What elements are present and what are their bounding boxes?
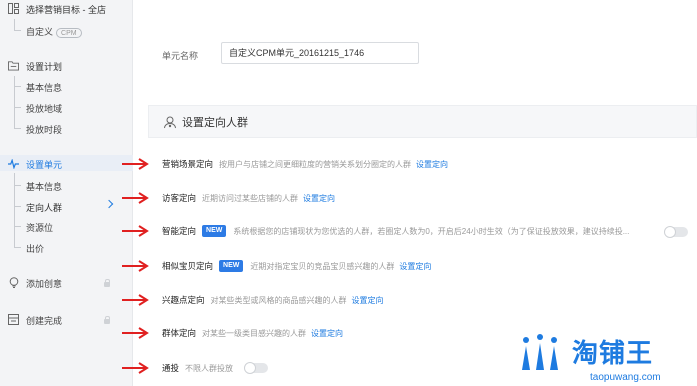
row-desc: 对某些一级类目感兴趣的人群 bbox=[202, 328, 307, 338]
step-select-goal-label: 选择营销目标 - 全店 bbox=[26, 4, 106, 15]
step-add-creative[interactable]: 添加创意 bbox=[0, 274, 133, 292]
crowd-icon bbox=[163, 115, 177, 129]
folder-icon bbox=[8, 60, 19, 71]
step-complete[interactable]: 创建完成 bbox=[0, 311, 133, 329]
pulse-icon bbox=[8, 158, 19, 169]
step-complete-label: 创建完成 bbox=[26, 315, 63, 326]
smart-target-toggle[interactable] bbox=[664, 226, 688, 238]
row-desc: 系统根据您的店铺现状为您优选的人群，若圈定人数为0，开启后24小时生效（为了保证… bbox=[233, 226, 630, 236]
row-name: 访客定向 bbox=[162, 193, 197, 203]
tree-tick bbox=[14, 107, 21, 108]
new-badge: NEW bbox=[219, 260, 244, 272]
target-row-interest: 兴趣点定向 对某些类型或风格的商品感兴趣的人群 设置定向 bbox=[162, 293, 384, 307]
target-row-visitor: 访客定向 近期访问过某些店铺的人群 设置定向 bbox=[162, 191, 335, 205]
plan-region[interactable]: 投放地域 bbox=[26, 102, 62, 115]
tree-tick bbox=[14, 247, 21, 248]
tree-line bbox=[14, 76, 15, 129]
sidebar: 选择营销目标 - 全店 自定义 CPM 设置计划 基本信息 投放地域 投放时段 设… bbox=[0, 0, 133, 386]
step-set-unit-label: 设置单元 bbox=[26, 159, 63, 170]
broadcast-toggle[interactable] bbox=[244, 362, 268, 374]
lock-icon bbox=[103, 316, 111, 324]
row-desc: 按用户与店铺之间更细粒度的营销关系划分圈定的人群 bbox=[219, 159, 412, 169]
crowd-logo-icon bbox=[522, 334, 558, 370]
tree-tick bbox=[14, 30, 21, 31]
row-name: 相似宝贝定向 bbox=[162, 261, 214, 271]
arrow-annotation bbox=[122, 327, 149, 339]
set-target-link[interactable]: 设置定向 bbox=[311, 328, 343, 339]
tree-tick bbox=[14, 86, 21, 87]
tree-tick bbox=[14, 185, 21, 186]
target-row-group: 群体定向 对某些一级类目感兴趣的人群 设置定向 bbox=[162, 326, 343, 340]
arrow-annotation bbox=[122, 158, 149, 170]
plan-time[interactable]: 投放时段 bbox=[26, 123, 62, 136]
section-header: 设置定向人群 bbox=[148, 105, 697, 138]
row-name: 营销场景定向 bbox=[162, 159, 214, 169]
set-target-link[interactable]: 设置定向 bbox=[399, 261, 431, 272]
arrow-annotation bbox=[122, 192, 149, 204]
target-row-similar: 相似宝贝定向 NEW 近期对指定宝贝的竞品宝贝感兴趣的人群 设置定向 bbox=[162, 259, 431, 273]
main-content: 单元名称 自定义CPM单元_20161215_1746 设置定向人群 营销场景定… bbox=[134, 0, 697, 386]
row-name: 通投 bbox=[162, 363, 180, 373]
grid-icon bbox=[8, 3, 19, 14]
tree-tick bbox=[14, 206, 21, 207]
unit-target-crowd[interactable]: 定向人群 bbox=[26, 201, 62, 214]
cpm-badge: CPM bbox=[56, 28, 82, 38]
unit-bid[interactable]: 出价 bbox=[26, 242, 44, 255]
step-select-goal[interactable]: 选择营销目标 - 全店 bbox=[0, 0, 133, 18]
section-title: 设置定向人群 bbox=[182, 116, 248, 129]
step-set-plan[interactable]: 设置计划 bbox=[0, 57, 133, 75]
row-name: 智能定向 bbox=[162, 226, 197, 236]
set-target-link[interactable]: 设置定向 bbox=[303, 193, 335, 204]
row-desc: 近期访问过某些店铺的人群 bbox=[202, 193, 299, 203]
custom-label: 自定义 bbox=[26, 27, 54, 37]
step-add-creative-label: 添加创意 bbox=[26, 278, 63, 289]
target-row-smart: 智能定向 NEW 系统根据您的店铺现状为您优选的人群，若圈定人数为0，开启后24… bbox=[162, 224, 634, 238]
new-badge: NEW bbox=[202, 225, 227, 237]
arrow-annotation bbox=[122, 260, 149, 272]
set-target-link[interactable]: 设置定向 bbox=[352, 295, 384, 306]
toggle-knob bbox=[664, 226, 676, 238]
row-desc: 对某些类型或风格的商品感兴趣的人群 bbox=[210, 295, 347, 305]
plan-basic-info[interactable]: 基本信息 bbox=[26, 81, 62, 94]
step-custom-sub: 自定义 CPM bbox=[26, 25, 82, 38]
chevron-right-icon bbox=[104, 199, 114, 209]
arrow-annotation bbox=[122, 294, 149, 306]
row-name: 群体定向 bbox=[162, 328, 197, 338]
unit-resource[interactable]: 资源位 bbox=[26, 221, 53, 234]
row-desc: 近期对指定宝贝的竞品宝贝感兴趣的人群 bbox=[250, 261, 395, 271]
watermark-url: taopuwang.com bbox=[590, 372, 661, 383]
target-row-all: 通投 不限人群投放 bbox=[162, 361, 238, 375]
step-set-unit[interactable]: 设置单元 bbox=[0, 155, 133, 173]
tree-tick bbox=[14, 226, 21, 227]
arrow-annotation bbox=[122, 362, 149, 374]
list-icon bbox=[8, 314, 19, 325]
watermark-logo: 淘铺王 bbox=[572, 339, 654, 369]
arrow-annotation bbox=[122, 225, 149, 237]
unit-name-label: 单元名称 bbox=[162, 51, 199, 61]
bulb-icon bbox=[8, 277, 19, 288]
row-name: 兴趣点定向 bbox=[162, 295, 205, 305]
toggle-knob bbox=[244, 362, 256, 374]
unit-name-input[interactable]: 自定义CPM单元_20161215_1746 bbox=[221, 42, 419, 64]
unit-basic-info[interactable]: 基本信息 bbox=[26, 180, 62, 193]
set-target-link[interactable]: 设置定向 bbox=[416, 159, 448, 170]
row-desc: 不限人群投放 bbox=[185, 363, 234, 373]
target-row-scene: 营销场景定向 按用户与店铺之间更细粒度的营销关系划分圈定的人群 设置定向 bbox=[162, 157, 448, 171]
tree-tick bbox=[14, 128, 21, 129]
lock-icon bbox=[103, 279, 111, 287]
step-set-plan-label: 设置计划 bbox=[26, 61, 63, 72]
